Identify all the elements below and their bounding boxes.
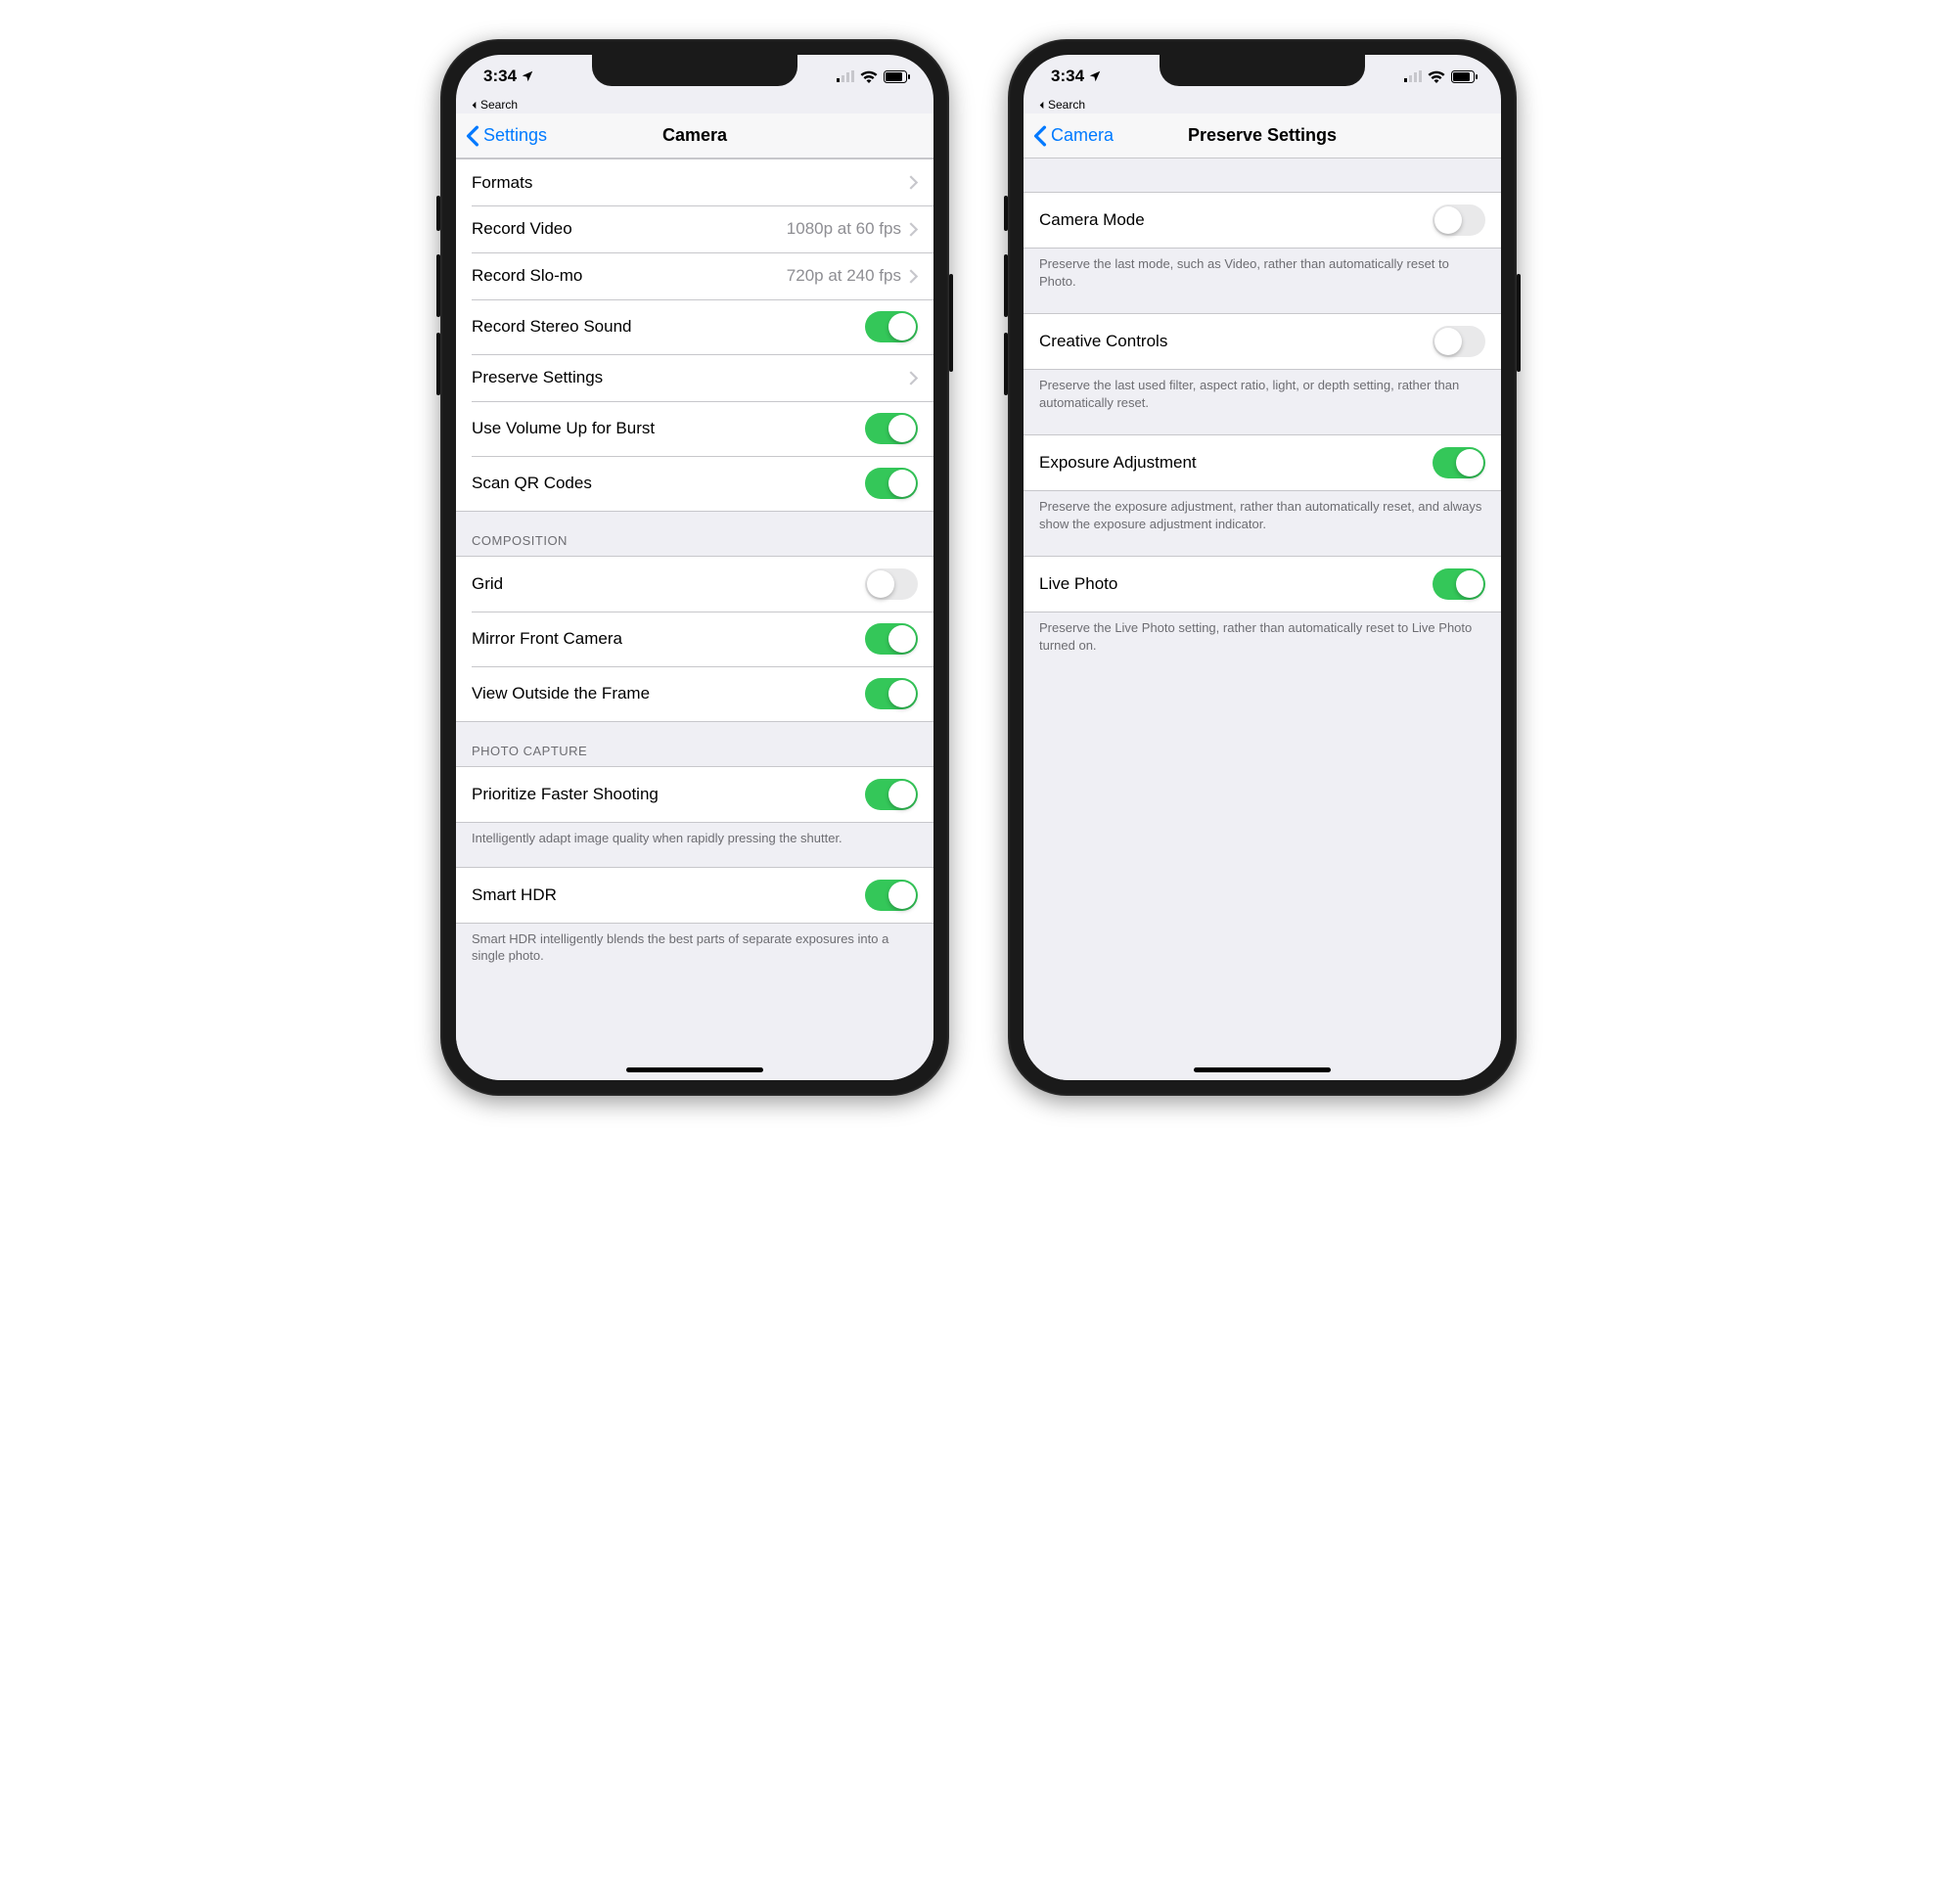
row-label: Use Volume Up for Burst: [472, 419, 865, 438]
switch-grid[interactable]: [865, 568, 918, 600]
footer-prioritize: Intelligently adapt image quality when r…: [456, 823, 933, 857]
phone-frame-right: 3:34 Search: [1008, 39, 1517, 1096]
home-indicator[interactable]: [1194, 1067, 1331, 1072]
row-label: Mirror Front Camera: [472, 629, 865, 649]
row-view-outside: View Outside the Frame: [456, 666, 933, 722]
battery-icon: [884, 70, 910, 83]
wifi-icon: [1428, 70, 1445, 83]
row-label: Prioritize Faster Shooting: [472, 785, 865, 804]
row-smart-hdr: Smart HDR: [456, 867, 933, 924]
back-to-app[interactable]: Search: [1024, 98, 1501, 113]
row-label: Record Video: [472, 219, 787, 239]
footer-creative-controls: Preserve the last used filter, aspect ra…: [1024, 370, 1501, 421]
chevron-right-icon: [909, 371, 918, 385]
wifi-icon: [860, 70, 878, 83]
switch-view-outside[interactable]: [865, 678, 918, 709]
notch: [592, 55, 797, 86]
row-label: Smart HDR: [472, 885, 865, 905]
row-volume-burst: Use Volume Up for Burst: [456, 401, 933, 456]
switch-stereo-sound[interactable]: [865, 311, 918, 342]
row-scan-qr: Scan QR Codes: [456, 456, 933, 512]
chevron-right-icon: [909, 269, 918, 284]
chevron-right-icon: [909, 222, 918, 237]
switch-mirror-front[interactable]: [865, 623, 918, 655]
footer-smart-hdr: Smart HDR intelligently blends the best …: [456, 924, 933, 975]
row-live-photo: Live Photo: [1024, 556, 1501, 612]
row-preserve-settings[interactable]: Preserve Settings: [456, 354, 933, 401]
switch-live-photo[interactable]: [1433, 568, 1485, 600]
phone-frame-left: 3:34 Search: [440, 39, 949, 1096]
back-button[interactable]: Settings: [466, 125, 547, 147]
row-label: Formats: [472, 173, 909, 193]
back-to-app[interactable]: Search: [456, 98, 933, 113]
row-label: Creative Controls: [1039, 332, 1433, 351]
switch-scan-qr[interactable]: [865, 468, 918, 499]
row-label: View Outside the Frame: [472, 684, 865, 703]
home-indicator[interactable]: [626, 1067, 763, 1072]
section-spacer: [1024, 159, 1501, 192]
status-time: 3:34: [483, 67, 517, 86]
row-record-video[interactable]: Record Video 1080p at 60 fps: [456, 205, 933, 252]
section-header-photo-capture: PHOTO CAPTURE: [456, 722, 933, 766]
nav-bar: Settings Camera: [456, 113, 933, 159]
back-to-app-label: Search: [480, 98, 518, 112]
back-button[interactable]: Camera: [1033, 125, 1114, 147]
row-mirror-front: Mirror Front Camera: [456, 612, 933, 666]
row-creative-controls: Creative Controls: [1024, 313, 1501, 370]
row-formats[interactable]: Formats: [456, 159, 933, 205]
location-icon: [1088, 69, 1102, 83]
row-label: Record Slo-mo: [472, 266, 787, 286]
switch-camera-mode[interactable]: [1433, 204, 1485, 236]
row-exposure-adjustment: Exposure Adjustment: [1024, 434, 1501, 491]
switch-smart-hdr[interactable]: [865, 880, 918, 911]
footer-camera-mode: Preserve the last mode, such as Video, r…: [1024, 249, 1501, 299]
row-label: Live Photo: [1039, 574, 1433, 594]
switch-volume-burst[interactable]: [865, 413, 918, 444]
footer-live-photo: Preserve the Live Photo setting, rather …: [1024, 612, 1501, 663]
location-icon: [521, 69, 534, 83]
back-button-label: Camera: [1051, 125, 1114, 146]
row-label: Camera Mode: [1039, 210, 1433, 230]
row-stereo-sound: Record Stereo Sound: [456, 299, 933, 354]
row-prioritize-faster: Prioritize Faster Shooting: [456, 766, 933, 823]
row-record-slomo[interactable]: Record Slo-mo 720p at 240 fps: [456, 252, 933, 299]
notch: [1160, 55, 1365, 86]
row-grid: Grid: [456, 556, 933, 612]
row-detail: 1080p at 60 fps: [787, 219, 901, 239]
back-button-label: Settings: [483, 125, 547, 146]
nav-bar: Camera Preserve Settings: [1024, 113, 1501, 159]
back-to-app-label: Search: [1048, 98, 1085, 112]
cellular-icon: [837, 70, 854, 82]
status-time: 3:34: [1051, 67, 1084, 86]
switch-prioritize-faster[interactable]: [865, 779, 918, 810]
chevron-right-icon: [909, 175, 918, 190]
row-label: Grid: [472, 574, 865, 594]
row-label: Exposure Adjustment: [1039, 453, 1433, 473]
row-label: Preserve Settings: [472, 368, 909, 387]
section-header-composition: COMPOSITION: [456, 512, 933, 556]
footer-exposure-adjustment: Preserve the exposure adjustment, rather…: [1024, 491, 1501, 542]
switch-exposure-adjustment[interactable]: [1433, 447, 1485, 478]
row-detail: 720p at 240 fps: [787, 266, 901, 286]
battery-icon: [1451, 70, 1478, 83]
row-camera-mode: Camera Mode: [1024, 192, 1501, 249]
switch-creative-controls[interactable]: [1433, 326, 1485, 357]
cellular-icon: [1404, 70, 1422, 82]
row-label: Scan QR Codes: [472, 474, 865, 493]
row-label: Record Stereo Sound: [472, 317, 865, 337]
